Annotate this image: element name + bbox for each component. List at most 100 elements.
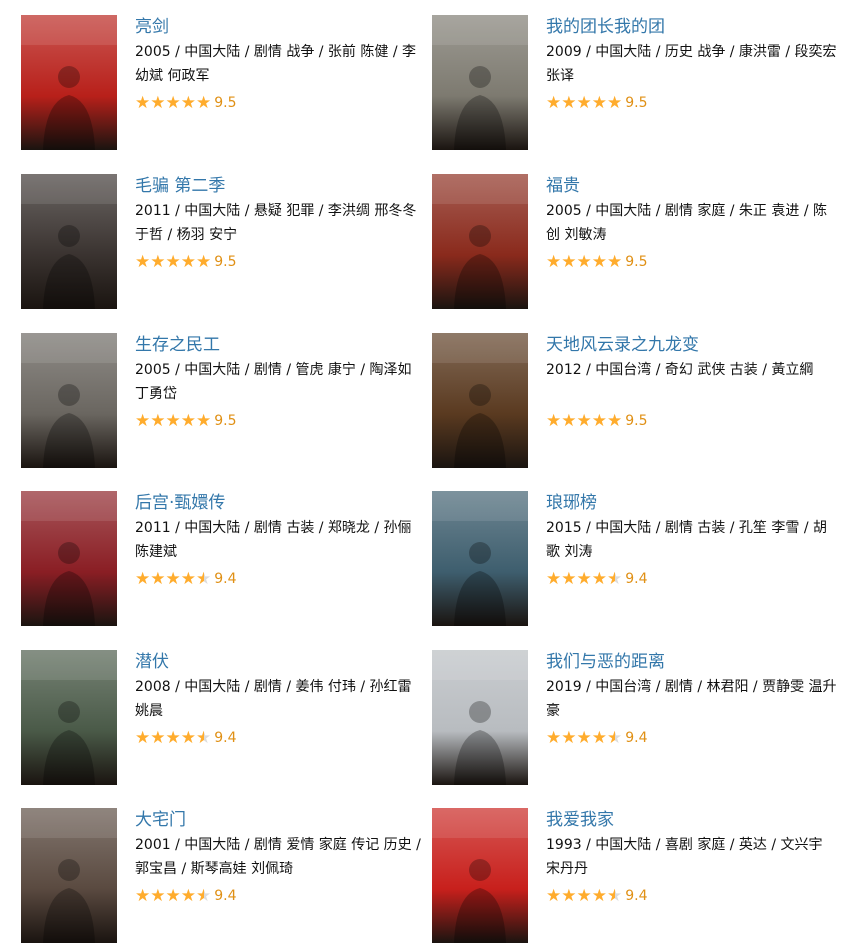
rating-score: 9.4	[625, 887, 648, 904]
star-icon: ★	[150, 251, 166, 272]
poster-image[interactable]	[21, 650, 117, 785]
star-icon: ★	[607, 251, 623, 272]
rating-stars: ★★★★★	[135, 411, 211, 431]
rating: ★★★★★ 9.5	[135, 410, 427, 431]
star-icon: ★	[561, 410, 577, 431]
rating-stars: ★★★★★	[546, 411, 622, 431]
rating-stars: ★★★★★	[546, 93, 622, 113]
drama-info: 我爱我家 1993 / 中国大陆 / 喜剧 家庭 / 英达 / 文兴宇 宋丹丹 …	[546, 808, 838, 906]
drama-title-link[interactable]: 天地风云录之九龙变	[546, 333, 838, 357]
poster-artwork	[432, 174, 528, 309]
drama-info: 后宫·甄嬛传 2011 / 中国大陆 / 剧情 古装 / 郑晓龙 / 孙俪 陈建…	[135, 491, 427, 589]
star-icon: ★	[576, 727, 592, 748]
drama-meta: 1993 / 中国大陆 / 喜剧 家庭 / 英达 / 文兴宇 宋丹丹	[546, 837, 823, 877]
star-icon: ★	[150, 410, 166, 431]
star-icon: ★	[196, 92, 212, 113]
poster-image[interactable]	[21, 15, 117, 150]
poster-artwork	[432, 808, 528, 943]
star-icon: ★	[591, 92, 607, 113]
star-icon: ★	[576, 885, 592, 906]
poster-image[interactable]	[432, 650, 528, 785]
drama-title-link[interactable]: 我的团长我的团	[546, 15, 838, 39]
star-icon: ★	[165, 885, 181, 906]
poster-artwork	[432, 333, 528, 468]
poster-image[interactable]	[21, 174, 117, 309]
star-icon: ★	[561, 568, 577, 589]
drama-meta: 2005 / 中国大陆 / 剧情 / 管虎 康宁 / 陶泽如 丁勇岱	[135, 362, 412, 402]
star-icon: ★	[180, 410, 196, 431]
drama-title-link[interactable]: 琅琊榜	[546, 491, 838, 515]
rating-score: 9.5	[214, 412, 237, 429]
star-icon: ★	[180, 568, 196, 589]
drama-info: 我的团长我的团 2009 / 中国大陆 / 历史 战争 / 康洪雷 / 段奕宏 …	[546, 15, 838, 113]
poster-image[interactable]	[21, 491, 117, 626]
rating-stars: ★★★★★	[546, 569, 622, 589]
poster-artwork	[432, 650, 528, 785]
star-icon: ★	[150, 92, 166, 113]
drama-meta: 2005 / 中国大陆 / 剧情 战争 / 张前 陈健 / 李幼斌 何政军	[135, 44, 416, 84]
drama-info: 我们与恶的距离 2019 / 中国台湾 / 剧情 / 林君阳 / 贾静雯 温升豪…	[546, 650, 838, 748]
drama-meta: 2001 / 中国大陆 / 剧情 爱情 家庭 传记 历史 / 郭宝昌 / 斯琴高…	[135, 837, 421, 877]
drama-title-link[interactable]: 福贵	[546, 174, 838, 198]
drama-meta: 2015 / 中国大陆 / 剧情 古装 / 孔笙 李雪 / 胡歌 刘涛	[546, 520, 827, 560]
rating-score: 9.4	[625, 729, 648, 746]
poster-artwork	[21, 174, 117, 309]
star-icon: ★	[546, 92, 562, 113]
poster-image[interactable]	[21, 333, 117, 468]
drama-item: 福贵 2005 / 中国大陆 / 剧情 家庭 / 朱正 袁进 / 陈创 刘敏涛 …	[432, 174, 842, 314]
drama-title-link[interactable]: 后宫·甄嬛传	[135, 491, 427, 515]
star-icon: ★	[150, 885, 166, 906]
rating-score: 9.5	[214, 94, 237, 111]
star-icon: ★	[546, 885, 562, 906]
drama-title-link[interactable]: 毛骗 第二季	[135, 174, 427, 198]
poster-artwork	[21, 333, 117, 468]
poster-image[interactable]	[21, 808, 117, 943]
rating: ★★★★★ 9.5	[546, 92, 838, 113]
rating-score: 9.5	[214, 253, 237, 270]
rating: ★★★★★ 9.4	[546, 568, 838, 589]
drama-meta: 2011 / 中国大陆 / 剧情 古装 / 郑晓龙 / 孙俪 陈建斌	[135, 520, 412, 560]
poster-image[interactable]	[432, 174, 528, 309]
drama-title-link[interactable]: 生存之民工	[135, 333, 427, 357]
poster-image[interactable]	[432, 491, 528, 626]
poster-image[interactable]	[432, 808, 528, 943]
star-icon: ★	[591, 410, 607, 431]
poster-artwork	[21, 491, 117, 626]
star-icon: ★	[546, 727, 562, 748]
star-icon: ★	[591, 568, 607, 589]
rating: ★★★★★ 9.5	[135, 92, 427, 113]
star-icon: ★	[561, 92, 577, 113]
rating: ★★★★★ 9.4	[135, 568, 427, 589]
rating: ★★★★★ 9.5	[546, 410, 838, 431]
drama-title-link[interactable]: 亮剑	[135, 15, 427, 39]
poster-artwork	[21, 650, 117, 785]
star-icon: ★	[576, 92, 592, 113]
drama-meta: 2009 / 中国大陆 / 历史 战争 / 康洪雷 / 段奕宏 张译	[546, 44, 837, 84]
drama-item: 天地风云录之九龙变 2012 / 中国台湾 / 奇幻 武侠 古装 / 黃立綱 ★…	[432, 333, 842, 473]
drama-title-link[interactable]: 大宅门	[135, 808, 427, 832]
star-icon: ★	[561, 727, 577, 748]
star-icon: ★	[150, 568, 166, 589]
drama-meta: 2011 / 中国大陆 / 悬疑 犯罪 / 李洪绸 邢冬冬 于哲 / 杨羽 安宁	[135, 203, 417, 243]
star-icon: ★	[546, 251, 562, 272]
star-icon: ★	[196, 410, 212, 431]
star-icon: ★	[591, 727, 607, 748]
poster-image[interactable]	[432, 333, 528, 468]
poster-image[interactable]	[432, 15, 528, 150]
drama-list: 亮剑 2005 / 中国大陆 / 剧情 战争 / 张前 陈健 / 李幼斌 何政军…	[0, 0, 867, 952]
drama-info: 生存之民工 2005 / 中国大陆 / 剧情 / 管虎 康宁 / 陶泽如 丁勇岱…	[135, 333, 427, 431]
rating-score: 9.4	[214, 570, 237, 587]
star-icon: ★	[180, 251, 196, 272]
drama-title-link[interactable]: 我爱我家	[546, 808, 838, 832]
drama-info: 大宅门 2001 / 中国大陆 / 剧情 爱情 家庭 传记 历史 / 郭宝昌 /…	[135, 808, 427, 906]
star-icon: ★	[165, 568, 181, 589]
star-icon: ★	[607, 568, 623, 589]
drama-title-link[interactable]: 潜伏	[135, 650, 427, 674]
rating-score: 9.5	[625, 253, 648, 270]
rating-stars: ★★★★★	[135, 93, 211, 113]
drama-info: 毛骗 第二季 2011 / 中国大陆 / 悬疑 犯罪 / 李洪绸 邢冬冬 于哲 …	[135, 174, 427, 272]
star-icon: ★	[561, 885, 577, 906]
drama-title-link[interactable]: 我们与恶的距离	[546, 650, 838, 674]
rating-score: 9.5	[625, 412, 648, 429]
star-icon: ★	[196, 251, 212, 272]
